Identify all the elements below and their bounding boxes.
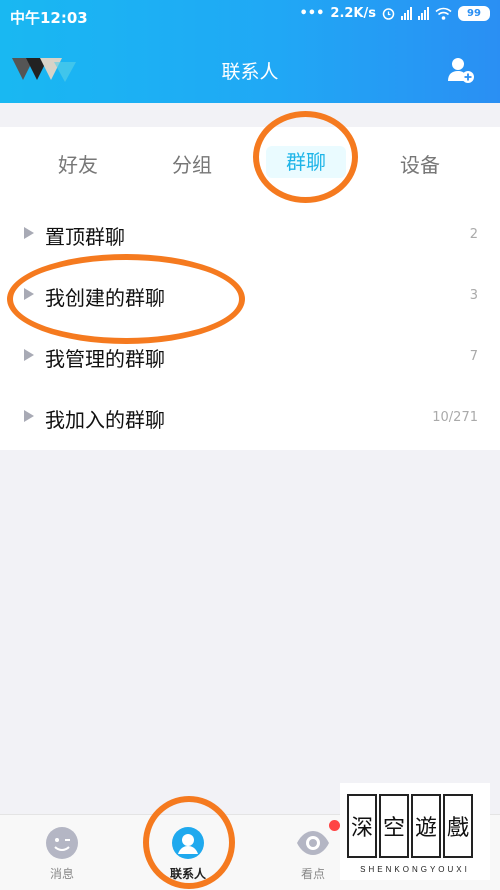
tab-group-chats[interactable]: 群聊 <box>266 146 346 178</box>
wifi-icon <box>435 7 452 20</box>
expand-arrow-icon <box>24 227 34 239</box>
eye-icon <box>297 831 329 855</box>
contact-tabs: 好友 分组 群聊 设备 <box>0 127 500 205</box>
nav-contacts[interactable]: 联系人 <box>148 815 228 890</box>
page-title: 联系人 <box>221 61 279 83</box>
expand-arrow-icon <box>24 349 34 361</box>
expand-arrow-icon <box>24 288 34 300</box>
list-item-count: 2 <box>469 227 478 242</box>
signal-icon <box>401 7 412 20</box>
nav-label: 联系人 <box>169 867 206 881</box>
list-item-count: 7 <box>469 349 478 364</box>
signal-icon-2 <box>418 7 429 20</box>
network-dots: ••• <box>299 6 325 21</box>
contacts-icon <box>172 827 204 859</box>
tab-friends[interactable]: 好友 <box>38 149 118 178</box>
status-bar: 中午12:03 ••• 2.2K/s 99 <box>0 0 500 34</box>
list-item-managed[interactable]: 我管理的群聊 7 <box>0 327 500 387</box>
status-time: 中午12:03 <box>10 9 88 27</box>
nav-label: 消息 <box>49 867 74 881</box>
expand-arrow-icon <box>24 410 34 422</box>
watermark-char: 戲 <box>447 816 469 841</box>
list-item-label: 我创建的群聊 <box>45 286 165 310</box>
watermark-graphic: 深 空 遊 戲 SHENKONGYOUXI <box>347 794 473 874</box>
group-chat-list: 置顶群聊 2 我创建的群聊 3 我管理的群聊 7 我加入的群聊 10/271 <box>0 205 500 450</box>
list-item-pinned[interactable]: 置顶群聊 2 <box>0 205 500 265</box>
alarm-icon <box>382 8 395 20</box>
list-item-count: 3 <box>469 288 478 303</box>
watermark-char: 空 <box>383 816 405 841</box>
tab-groups[interactable]: 分组 <box>152 149 232 178</box>
battery-icon: 99 <box>458 6 490 21</box>
list-item-label: 我加入的群聊 <box>45 408 165 432</box>
list-item-label: 我管理的群聊 <box>45 347 165 371</box>
list-item-count: 10/271 <box>432 410 478 425</box>
list-item-created[interactable]: 我创建的群聊 3 <box>0 266 500 326</box>
network-speed: 2.2K/s <box>330 6 376 21</box>
tab-devices[interactable]: 设备 <box>380 149 460 178</box>
add-contact-icon[interactable] <box>447 56 475 84</box>
message-icon <box>46 827 78 859</box>
list-item-label: 置顶群聊 <box>45 225 125 249</box>
notification-dot <box>329 820 340 831</box>
list-item-joined[interactable]: 我加入的群聊 10/271 <box>0 388 500 448</box>
status-indicators: ••• 2.2K/s 99 <box>299 6 490 21</box>
nav-messages[interactable]: 消息 <box>22 815 102 890</box>
watermark-logo: 深 空 遊 戲 SHENKONGYOUXI <box>340 783 490 880</box>
watermark-subtitle: SHENKONGYOUXI <box>360 865 470 874</box>
watermark-char: 遊 <box>415 816 437 841</box>
watermark-char: 深 <box>351 816 373 841</box>
app-header: 中午12:03 ••• 2.2K/s 99 联系人 <box>0 0 500 103</box>
